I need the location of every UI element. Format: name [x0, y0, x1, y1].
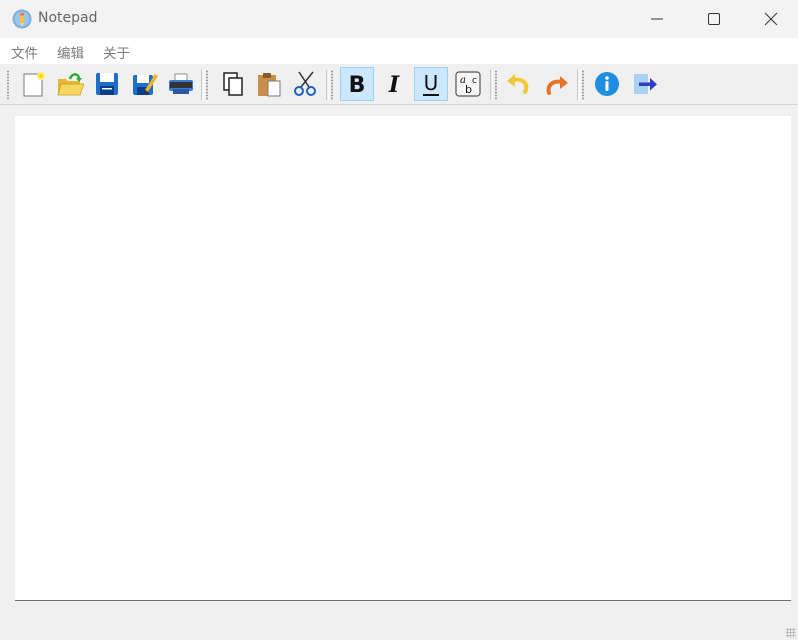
toolbar-grip[interactable]: [7, 70, 9, 100]
menu-bar: 文件 编辑 关于: [0, 38, 798, 64]
new-file-button[interactable]: [16, 67, 50, 101]
maximize-button[interactable]: [685, 0, 743, 38]
minimize-icon: [651, 18, 663, 20]
italic-icon: I: [388, 72, 400, 98]
font-icon: a b c: [455, 71, 481, 97]
close-icon: [764, 12, 778, 26]
menu-edit[interactable]: 编辑: [57, 42, 84, 62]
undo-icon: [507, 74, 529, 94]
underline-button[interactable]: U: [414, 67, 448, 101]
toolbar-separator: [490, 70, 493, 100]
cut-button[interactable]: [288, 67, 322, 101]
bold-button[interactable]: B: [340, 67, 374, 101]
minimize-button[interactable]: [628, 0, 686, 38]
toolbar-grip[interactable]: [331, 70, 333, 100]
save-as-icon: [133, 74, 158, 95]
toolbar-grip[interactable]: [582, 70, 584, 100]
italic-button[interactable]: I: [377, 67, 411, 101]
info-icon: [595, 72, 619, 96]
svg-text:B: B: [349, 73, 366, 98]
bold-icon: B: [349, 73, 366, 98]
toolbar-separator: [201, 70, 204, 100]
svg-text:I: I: [388, 72, 400, 98]
underline-icon: U: [423, 71, 439, 96]
open-button[interactable]: [53, 67, 87, 101]
copy-icon: [223, 72, 243, 96]
save-as-button[interactable]: [127, 67, 161, 101]
font-button[interactable]: a b c: [451, 67, 485, 101]
undo-button[interactable]: [502, 67, 536, 101]
about-button[interactable]: [590, 67, 624, 101]
exit-icon: [634, 74, 657, 94]
cut-icon: [294, 71, 316, 96]
menu-file[interactable]: 文件: [11, 42, 38, 62]
resize-grip[interactable]: [786, 628, 796, 638]
redo-icon: [546, 76, 568, 95]
notepad-window: Notepad 文件 编辑 关于 B I U a b c: [0, 0, 798, 640]
print-icon: [169, 73, 193, 94]
toolbar: B I U a b c: [0, 64, 798, 105]
toolbar-separator: [577, 70, 580, 100]
toolbar-separator: [326, 70, 329, 100]
new-file-icon: [23, 72, 45, 97]
text-editor-area[interactable]: [15, 116, 791, 601]
copy-button[interactable]: [215, 67, 249, 101]
save-icon: [96, 73, 118, 95]
close-button[interactable]: [742, 0, 798, 38]
print-button[interactable]: [164, 67, 198, 101]
redo-button[interactable]: [539, 67, 573, 101]
paste-icon: [258, 73, 281, 97]
toolbar-grip[interactable]: [206, 70, 208, 100]
notepad-app-icon: [12, 9, 32, 29]
maximize-icon: [708, 13, 720, 25]
svg-text:U: U: [424, 71, 439, 95]
title-bar[interactable]: Notepad: [0, 0, 798, 38]
svg-text:c: c: [472, 76, 477, 86]
toolbar-grip[interactable]: [495, 70, 497, 100]
exit-button[interactable]: [627, 67, 661, 101]
window-title: Notepad: [38, 10, 98, 26]
menu-about[interactable]: 关于: [103, 42, 130, 62]
open-folder-icon: [57, 73, 84, 96]
paste-button[interactable]: [252, 67, 286, 101]
status-bar: [0, 602, 798, 640]
svg-text:b: b: [465, 83, 472, 96]
save-button[interactable]: [90, 67, 124, 101]
